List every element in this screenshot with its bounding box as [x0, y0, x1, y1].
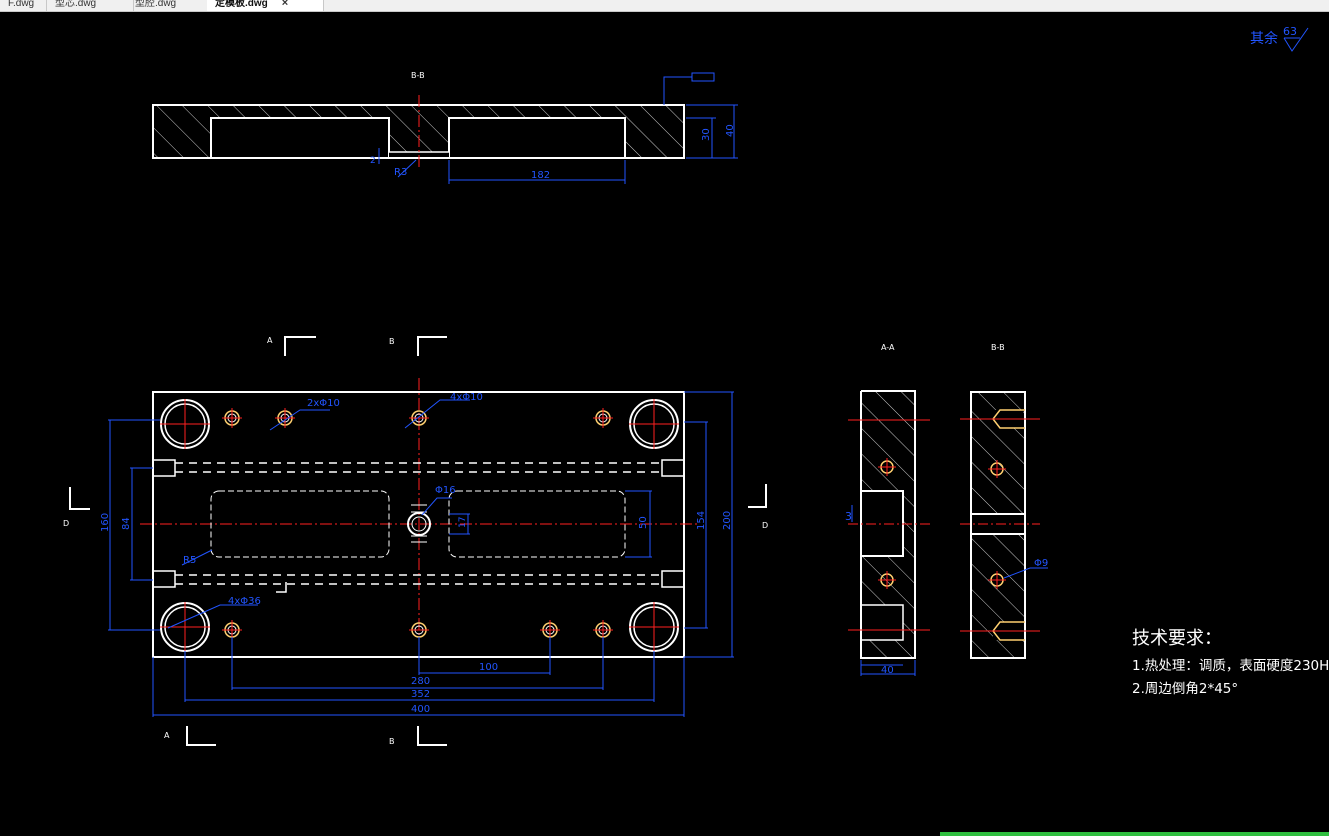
tab-label: 定模板.dwg: [215, 0, 268, 9]
holes-2x10-label: 2xΦ10: [307, 398, 340, 409]
dim-100: 100: [479, 662, 498, 673]
dim-2: 2: [370, 156, 376, 166]
tab-core-dwg[interactable]: 型芯.dwg: [47, 0, 134, 11]
dim-160: 160: [100, 513, 111, 532]
requirements-title: 技术要求：: [1132, 628, 1222, 649]
dim-352: 352: [411, 689, 430, 700]
section-mark-a-bottom: A: [164, 731, 170, 740]
drawing-canvas[interactable]: 其余 63 B-B 40 30 R3 182 2 A B A B D D 2xΦ…: [0, 12, 1329, 832]
dim-r3: R3: [394, 167, 407, 178]
dim-400: 400: [411, 704, 430, 715]
close-tab-icon[interactable]: ×: [282, 0, 288, 9]
dim-154: 154: [696, 511, 707, 530]
dim-40-aa: 40: [881, 665, 894, 676]
dim-17: 17: [458, 517, 468, 528]
holes-center-label: 4xΦ10: [450, 392, 483, 403]
holes-4x36-label: 4xΦ36: [228, 596, 261, 607]
tab-fixed-plate-dwg[interactable]: 定模板.dwg ×: [207, 0, 324, 11]
surface-finish-label: 其余: [1250, 30, 1278, 47]
dim-3-aa: 3: [845, 510, 852, 523]
document-tab-bar: F.dwg 型芯.dwg 型腔.dwg 定模板.dwg ×: [0, 0, 1329, 12]
dia16-label: Φ16: [435, 485, 456, 496]
r5-label: R5: [183, 555, 196, 566]
tab-f-dwg[interactable]: F.dwg: [0, 0, 47, 11]
section-mark-a-top: A: [267, 336, 273, 345]
dim-30-top: 30: [701, 128, 712, 141]
section-mark-d-left: D: [63, 519, 69, 528]
view-label-bb-top: B-B: [411, 71, 425, 80]
surface-finish-value: 63: [1283, 25, 1297, 38]
section-view-aa: [848, 390, 930, 659]
tab-cavity-dwg[interactable]: 型腔.dwg: [127, 0, 214, 11]
section-mark-b-top: B: [389, 337, 395, 346]
tab-label: 型芯.dwg: [55, 0, 97, 9]
section-mark-d-right: D: [762, 521, 768, 530]
requirements-line-2: 2.周边倒角2*45°: [1132, 681, 1239, 697]
requirements-line-1: 1.热处理：调质，表面硬度230HB: [1132, 658, 1329, 674]
view-label-aa: A-A: [881, 343, 895, 352]
section-mark-b-bottom: B: [389, 737, 395, 746]
dia9-label: Φ9: [1034, 558, 1048, 569]
tab-label: 型腔.dwg: [135, 0, 177, 9]
section-view-bb: [960, 391, 1040, 659]
dim-50: 50: [638, 516, 649, 529]
top-section-view: [152, 95, 685, 168]
dim-40-top: 40: [725, 124, 736, 137]
dim-280: 280: [411, 676, 430, 687]
tab-label: F.dwg: [8, 0, 35, 9]
dim-182: 182: [531, 170, 550, 181]
dim-84: 84: [121, 517, 132, 530]
dim-200: 200: [722, 511, 733, 530]
view-label-bb-side: B-B: [991, 343, 1005, 352]
status-indicator-line: [940, 832, 1329, 836]
